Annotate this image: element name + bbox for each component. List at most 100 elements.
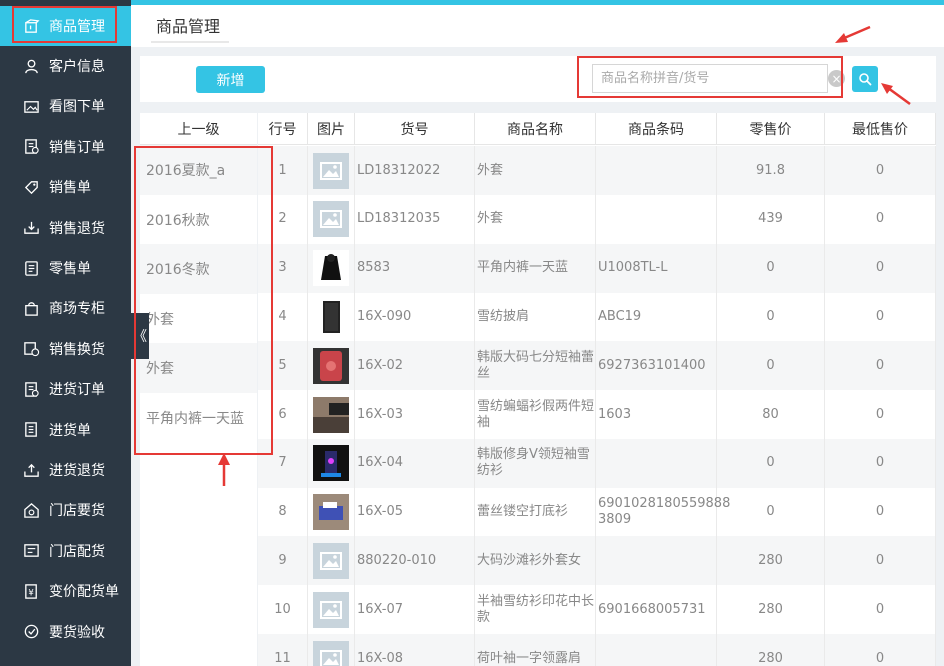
cell-code-text: LD18312022 bbox=[357, 162, 441, 178]
sidebar-item-13[interactable]: 门店要货 bbox=[0, 490, 131, 530]
table-row[interactable]: 9 880220-010 大码沙滩衫外套女 280 0 bbox=[258, 536, 936, 586]
purchase-return-icon bbox=[22, 461, 40, 479]
cell-no-text: 4 bbox=[278, 308, 287, 324]
add-button[interactable]: 新增 bbox=[196, 66, 265, 93]
cell-name-text: 荷叶袖一字领露肩 bbox=[477, 650, 582, 666]
cell-name-text: 平角内裤一天蓝 bbox=[477, 260, 569, 276]
box-icon bbox=[22, 17, 40, 35]
cell-code: 880220-010 bbox=[355, 536, 475, 586]
table-row[interactable]: 7 16X-04 韩版修身V领短袖雪纺衫 0 0 bbox=[258, 438, 936, 488]
cell-code: 16X-090 bbox=[355, 292, 475, 342]
cell-name: 荷叶袖一字领露肩 bbox=[475, 634, 596, 666]
product-photo bbox=[313, 347, 349, 384]
cell-retail: 439 bbox=[717, 194, 825, 244]
sidebar-item-10[interactable]: 进货订单 bbox=[0, 369, 131, 409]
product-thumbnail bbox=[308, 634, 355, 666]
column-header-name[interactable]: 商品名称 bbox=[475, 113, 596, 145]
table-row[interactable]: 3 8583 平角内裤一天蓝 U1008TL-L 0 0 bbox=[258, 243, 936, 293]
cell-barcode: 1603 bbox=[596, 390, 717, 439]
category-item[interactable]: 平角内裤一天蓝 bbox=[140, 393, 257, 443]
exchange-icon bbox=[22, 340, 40, 358]
cell-no: 2 bbox=[258, 194, 308, 244]
cell-min-text: 0 bbox=[875, 162, 885, 178]
cell-barcode bbox=[596, 194, 717, 244]
sidebar-item-label: 商场专柜 bbox=[49, 301, 105, 318]
cell-min-text: 0 bbox=[875, 357, 885, 373]
table-row[interactable]: 2 LD18312035 外套 439 0 bbox=[258, 194, 936, 244]
sidebar-item-label: 销售退货 bbox=[49, 220, 105, 237]
table-row[interactable]: 5 16X-02 韩版大码七分短袖蕾丝 6927363101400 0 0 bbox=[258, 341, 936, 391]
cell-code-text: 16X-090 bbox=[357, 308, 412, 324]
sidebar-item-label: 变价配货单 bbox=[49, 584, 119, 601]
table-row[interactable]: 6 16X-03 雪纺蝙蝠衫假两件短袖 1603 80 0 bbox=[258, 390, 936, 439]
cell-retail-text: 91.8 bbox=[756, 162, 785, 178]
cell-no-text: 2 bbox=[278, 211, 287, 227]
column-header-img[interactable]: 图片 bbox=[308, 113, 355, 145]
sidebar-item-6[interactable]: 销售退货 bbox=[0, 208, 131, 248]
search-button[interactable] bbox=[852, 66, 878, 92]
table-row[interactable]: 10 16X-07 半袖雪纺衫印花中长款 6901668005731 280 0 bbox=[258, 585, 936, 635]
sidebar-item-label: 商品管理 bbox=[49, 19, 105, 35]
column-header-barcode[interactable]: 商品条码 bbox=[596, 113, 717, 145]
cell-retail: 0 bbox=[717, 487, 825, 537]
table-row[interactable]: 8 16X-05 蕾丝镂空打底衫 6901028180559888 3809 0 0 bbox=[258, 487, 936, 537]
cell-code-text: 16X-07 bbox=[357, 601, 404, 617]
sidebar-item-11[interactable]: 进货单 bbox=[0, 410, 131, 450]
cell-name: 外套 bbox=[475, 146, 596, 195]
category-panel: 上一级 2016夏款_a 2016秋款 2016冬款 外套 外套 平角内裤一天蓝 bbox=[140, 113, 257, 666]
store-distribute-icon bbox=[22, 542, 40, 560]
cell-code: LD18312022 bbox=[355, 146, 475, 195]
cell-min-text: 0 bbox=[875, 601, 885, 617]
search-icon bbox=[859, 73, 872, 86]
sidebar-item-8[interactable]: 商场专柜 bbox=[0, 288, 131, 328]
cell-no-text: 8 bbox=[278, 504, 287, 520]
column-header-code[interactable]: 货号 bbox=[355, 113, 475, 145]
cell-retail-text: 80 bbox=[762, 406, 779, 422]
sidebar-item-9[interactable]: 销售换货 bbox=[0, 329, 131, 369]
cell-no-text: 9 bbox=[278, 552, 287, 568]
column-header-no[interactable]: 行号 bbox=[258, 113, 308, 145]
table-row[interactable]: 1 LD18312022 外套 91.8 0 bbox=[258, 146, 936, 195]
column-header-retail[interactable]: 零售价 bbox=[717, 113, 825, 145]
search-box bbox=[592, 64, 828, 93]
table-row[interactable]: 11 16X-08 荷叶袖一字领露肩 280 0 bbox=[258, 634, 936, 666]
cell-no: 8 bbox=[258, 487, 308, 537]
category-item[interactable]: 外套 bbox=[140, 343, 257, 393]
sidebar-item-15[interactable]: ¥ 变价配货单 bbox=[0, 571, 131, 611]
product-photo bbox=[313, 445, 349, 482]
sidebar-item-16[interactable]: 要货验收 bbox=[0, 612, 131, 652]
cell-min: 0 bbox=[825, 194, 936, 244]
category-item[interactable]: 外套 bbox=[140, 294, 257, 344]
search-input[interactable] bbox=[593, 65, 827, 92]
cell-barcode bbox=[596, 536, 717, 586]
product-thumbnail bbox=[308, 536, 355, 586]
cell-barcode: 6927363101400 bbox=[596, 341, 717, 391]
sidebar-item-2[interactable]: 客户信息 bbox=[0, 46, 131, 86]
cell-barcode-text: ABC19 bbox=[598, 308, 642, 324]
cell-barcode bbox=[596, 634, 717, 666]
cell-name: 韩版大码七分短袖蕾丝 bbox=[475, 341, 596, 391]
table-row[interactable]: 4 16X-090 雪纺披肩 ABC19 0 0 bbox=[258, 292, 936, 342]
image-order-icon bbox=[22, 97, 40, 115]
clear-icon[interactable]: × bbox=[828, 70, 845, 87]
sidebar-item-7[interactable]: 零售单 bbox=[0, 248, 131, 288]
cell-no: 6 bbox=[258, 390, 308, 439]
check-accept-icon bbox=[22, 623, 40, 641]
sidebar-item-14[interactable]: 门店配货 bbox=[0, 531, 131, 571]
cell-retail: 0 bbox=[717, 438, 825, 488]
cell-retail-text: 0 bbox=[766, 357, 775, 373]
sidebar-item-4[interactable]: 销售订单 bbox=[0, 127, 131, 167]
category-item[interactable]: 2016冬款 bbox=[140, 244, 257, 294]
sidebar-item-5[interactable]: 销售单 bbox=[0, 167, 131, 207]
cell-barcode-text: 6901668005731 bbox=[598, 601, 706, 617]
cell-retail-text: 0 bbox=[766, 260, 775, 276]
sidebar-item-12[interactable]: 进货退货 bbox=[0, 450, 131, 490]
category-item[interactable]: 2016秋款 bbox=[140, 195, 257, 245]
sidebar-item-1[interactable]: 商品管理 bbox=[0, 6, 131, 46]
column-header-min[interactable]: 最低售价 bbox=[825, 113, 936, 145]
cell-name: 雪纺披肩 bbox=[475, 292, 596, 342]
collapse-sidebar-handle[interactable]: 《 bbox=[131, 313, 149, 359]
sidebar-item-3[interactable]: 看图下单 bbox=[0, 86, 131, 126]
cell-no: 3 bbox=[258, 243, 308, 293]
category-item[interactable]: 2016夏款_a bbox=[140, 145, 257, 195]
